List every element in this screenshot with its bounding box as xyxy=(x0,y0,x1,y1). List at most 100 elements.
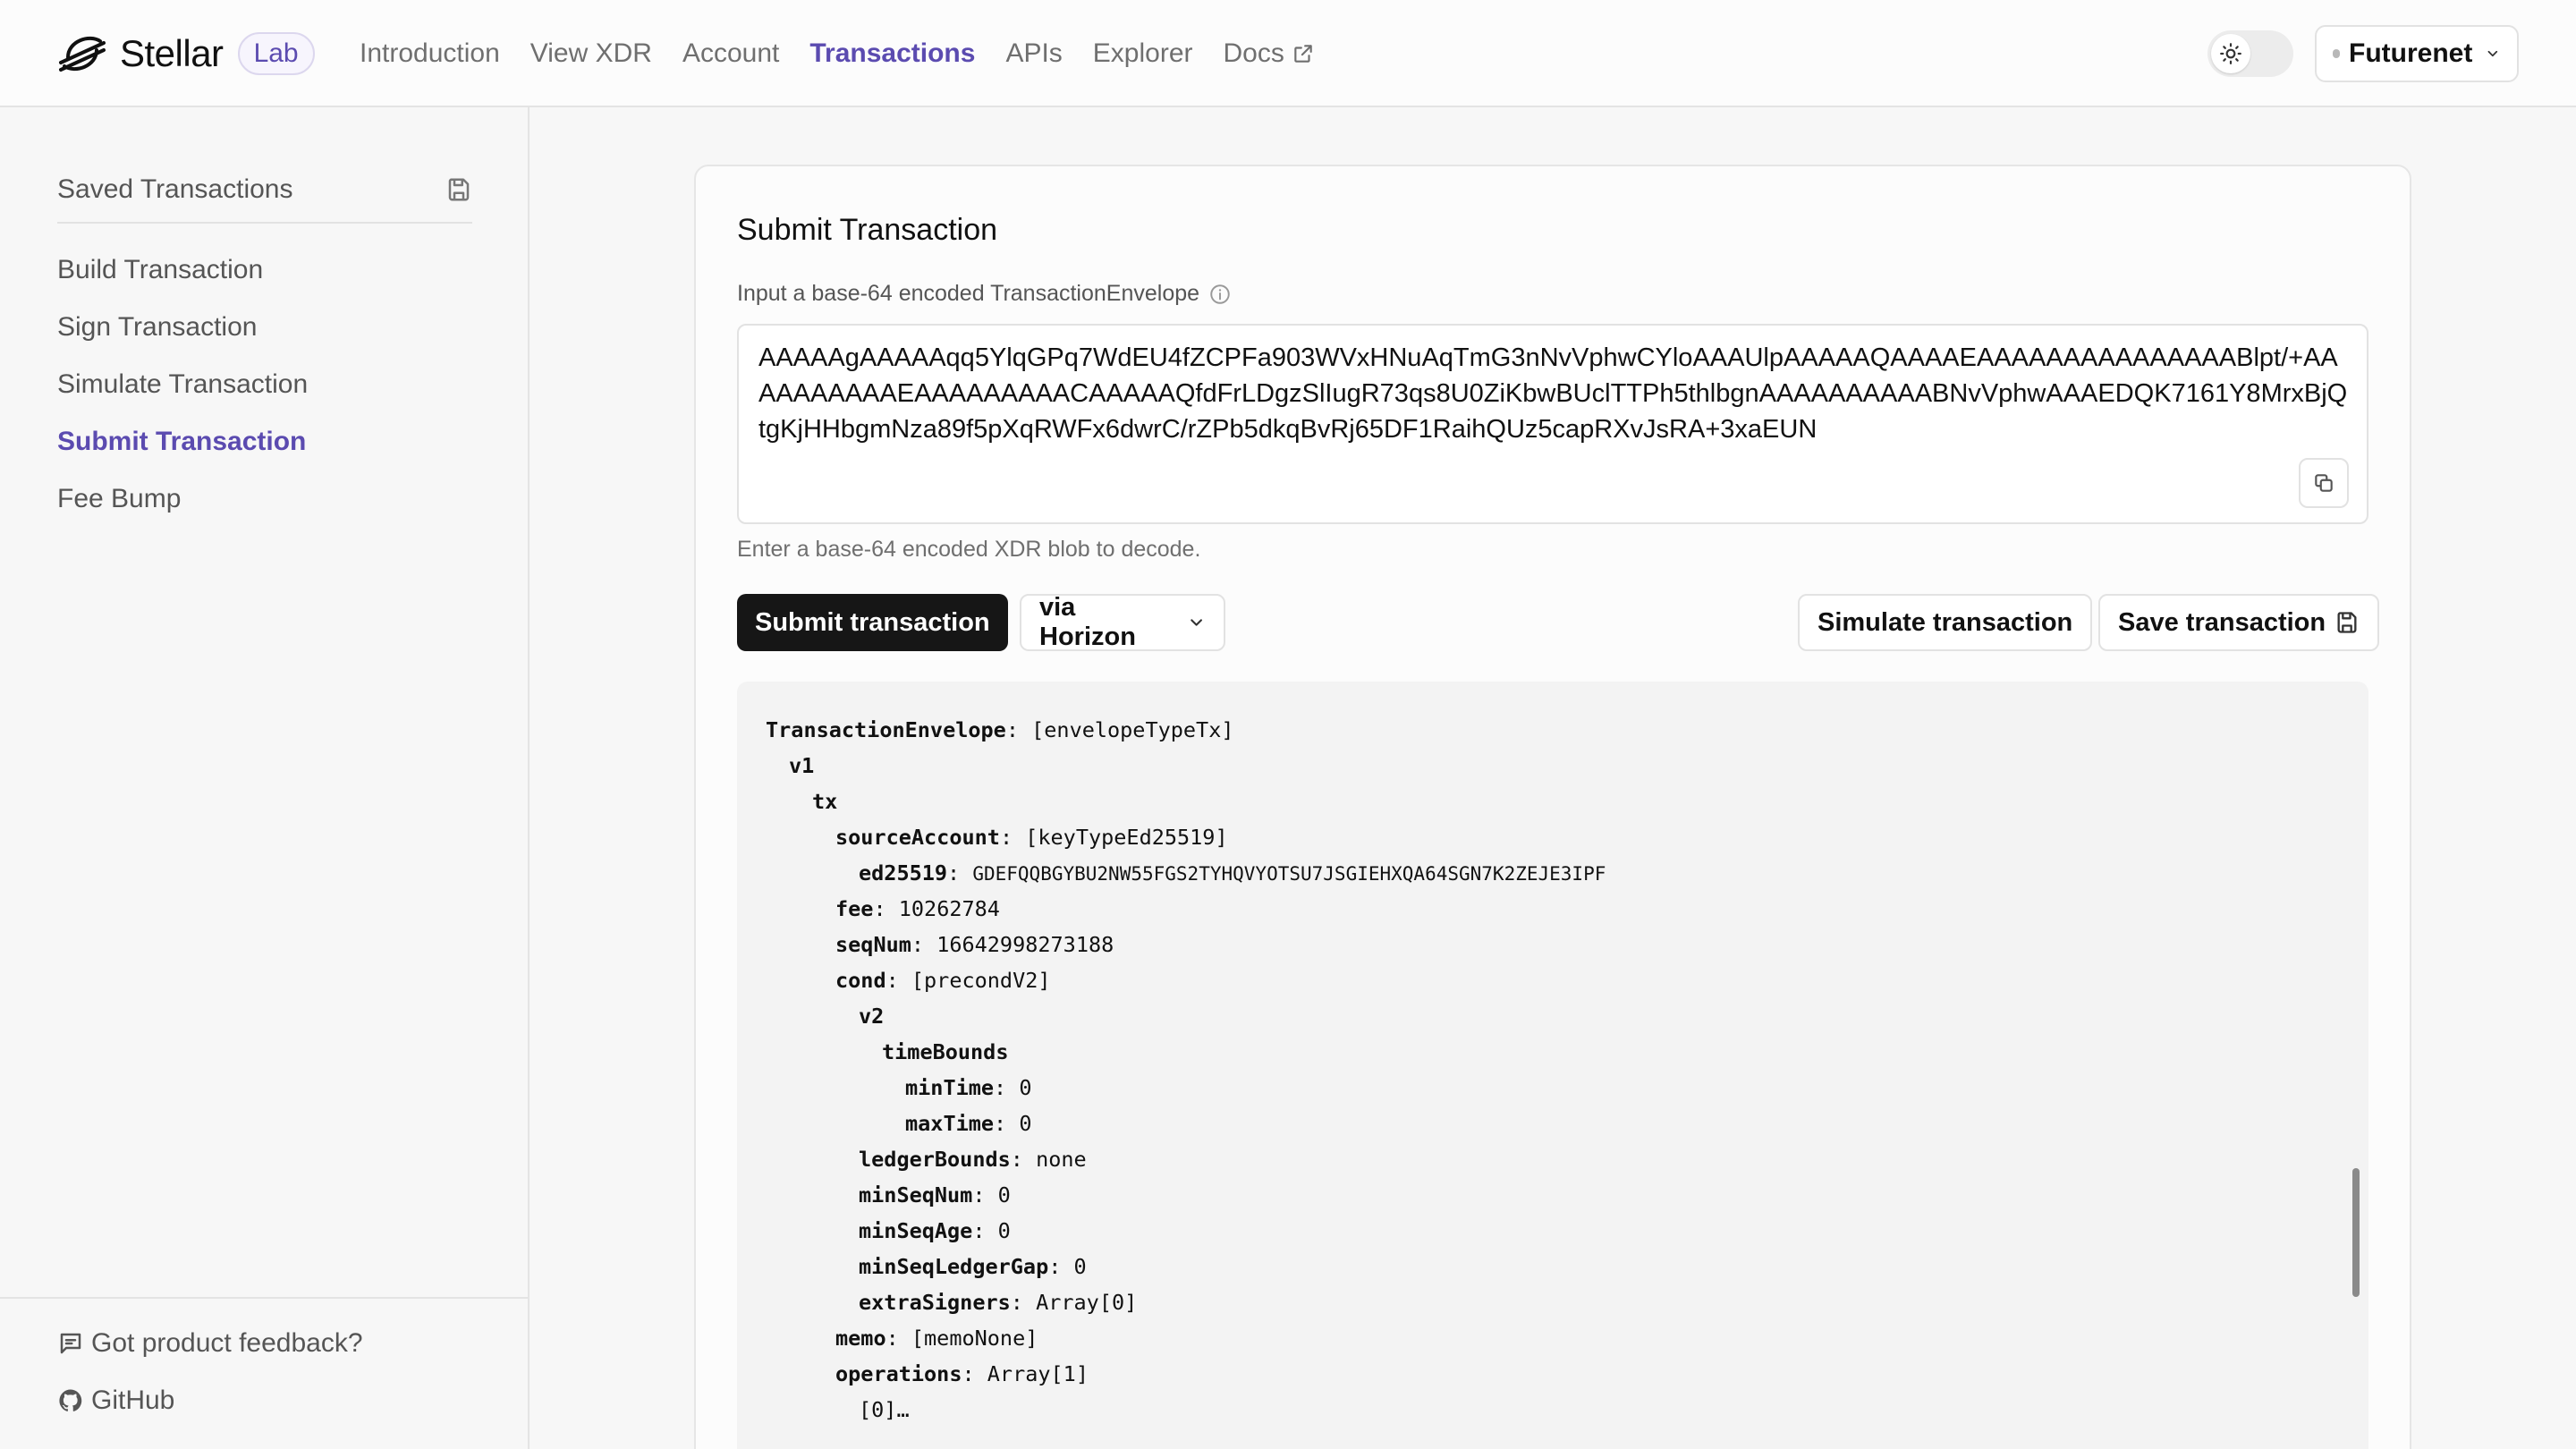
sidebar-item-fee-bump[interactable]: Fee Bump xyxy=(57,470,308,528)
submit-transaction-button[interactable]: Submit transaction xyxy=(737,594,1008,651)
tree-node-separator: : xyxy=(962,1361,987,1386)
nav-docs-label: Docs xyxy=(1223,38,1284,68)
main-nav: Introduction View XDR Account Transactio… xyxy=(360,32,1345,75)
network-label: Futurenet xyxy=(2349,38,2473,68)
tree-node-value: 0 xyxy=(997,1218,1011,1243)
tree-node-value: 0 xyxy=(1019,1111,1032,1136)
sidebar-item-simulate-transaction[interactable]: Simulate Transaction xyxy=(57,356,308,413)
nav-explorer[interactable]: Explorer xyxy=(1093,38,1193,69)
xdr-textarea[interactable]: AAAAAgAAAAAqq5YlqGPq7WdEU4fZCPFa903WVxHN… xyxy=(737,324,2368,524)
network-selector[interactable]: Futurenet xyxy=(2315,25,2519,82)
submit-transaction-card: Submit Transaction Input a base-64 encod… xyxy=(694,165,2411,1449)
tree-node-value: none xyxy=(1036,1147,1087,1172)
sidebar-nav: Build Transaction Sign Transaction Simul… xyxy=(57,242,308,528)
tree-node[interactable]: extraSigners: Array[0] xyxy=(766,1284,1606,1320)
tree-node-key: minSeqAge xyxy=(859,1218,973,1243)
nav-transactions[interactable]: Transactions xyxy=(809,38,975,69)
tree-node[interactable]: v1 xyxy=(766,748,1606,784)
info-icon[interactable] xyxy=(1208,283,1232,306)
tree-node[interactable]: maxTime: 0 xyxy=(766,1106,1606,1141)
tree-node[interactable]: operations: Array[1] xyxy=(766,1356,1606,1392)
simulate-transaction-button[interactable]: Simulate transaction xyxy=(1798,594,2093,651)
feedback-label: Got product feedback? xyxy=(91,1328,363,1358)
xdr-textarea-value: AAAAAgAAAAAqq5YlqGPq7WdEU4fZCPFa903WVxHN… xyxy=(758,343,2348,444)
saved-transactions-link[interactable]: Saved Transactions xyxy=(57,165,472,215)
tree-node[interactable]: sourceAccount: [keyTypeEd25519] xyxy=(766,819,1606,855)
tree-node-key: TransactionEnvelope xyxy=(766,717,1006,742)
tree-node-key: operations xyxy=(835,1361,962,1386)
tree-node-value: 10262784 xyxy=(898,896,1000,921)
save-icon xyxy=(448,178,470,201)
nav-view-xdr[interactable]: View XDR xyxy=(530,38,652,69)
tree-node[interactable]: minSeqAge: 0 xyxy=(766,1213,1606,1249)
github-link[interactable]: GitHub xyxy=(57,1372,363,1429)
tree-node-separator: : xyxy=(873,896,899,921)
tree-node-key: maxTime xyxy=(905,1111,995,1136)
tree-node-separator: : xyxy=(1048,1254,1074,1279)
decoded-xdr-tree: TransactionEnvelope: [envelopeTypeTx] v1 t… xyxy=(737,682,2368,1449)
chevron-down-icon xyxy=(2487,50,2498,57)
sidebar-item-sign-transaction[interactable]: Sign Transaction xyxy=(57,299,308,356)
tree-node-key: sourceAccount xyxy=(835,825,1000,850)
tree-node-key: v1 xyxy=(789,753,815,778)
tree-node[interactable]: [0]… xyxy=(766,1392,1606,1428)
tree-node-key: minTime xyxy=(905,1075,995,1100)
external-link-icon xyxy=(1294,45,1312,63)
tree-node[interactable]: minSeqLedgerGap: 0 xyxy=(766,1249,1606,1284)
tree-node-key: cond xyxy=(835,968,886,993)
github-label: GitHub xyxy=(91,1385,175,1415)
nav-account[interactable]: Account xyxy=(682,38,779,69)
scrollbar-thumb[interactable] xyxy=(2352,1168,2360,1297)
tree-node-key: extraSigners xyxy=(859,1290,1011,1315)
feedback-icon xyxy=(60,1333,81,1354)
tree-node-separator: : xyxy=(886,1326,911,1351)
brand-name: Stellar xyxy=(120,32,224,74)
tree-node-key: seqNum xyxy=(835,932,911,957)
sidebar-item-submit-transaction[interactable]: Submit Transaction xyxy=(57,413,308,470)
save-transaction-label: Save transaction xyxy=(2118,607,2326,637)
xdr-input-label: Input a base-64 encoded TransactionEnvel… xyxy=(737,281,1232,307)
tree-node[interactable]: tx xyxy=(766,784,1606,819)
tree-node[interactable]: TransactionEnvelope: [envelopeTypeTx] xyxy=(766,712,1606,748)
submit-method-dropdown[interactable]: via Horizon xyxy=(1020,593,1225,651)
tree-node[interactable]: seqNum: 16642998273188 xyxy=(766,927,1606,962)
nav-introduction[interactable]: Introduction xyxy=(360,38,500,69)
tree-node-separator: : xyxy=(972,1182,998,1208)
tree-node[interactable]: v2 xyxy=(766,998,1606,1034)
theme-toggle[interactable] xyxy=(2207,30,2293,77)
nav-docs[interactable]: Docs xyxy=(1224,38,1315,69)
tree-node-separator: : xyxy=(1010,1147,1037,1172)
tree-node-key: timeBounds xyxy=(882,1039,1009,1064)
tree-node-value: Array[1] xyxy=(987,1361,1089,1386)
tree-node[interactable]: minSeqNum: 0 xyxy=(766,1177,1606,1213)
tree-node[interactable]: ed25519: GDEFQQBGYBU2NW55FGS2TYHQVYOTSU7… xyxy=(766,855,1606,891)
sidebar-footer: Got product feedback? GitHub xyxy=(57,1315,363,1429)
tree-node[interactable]: ledgerBounds: none xyxy=(766,1141,1606,1177)
tree-node[interactable]: memo: [memoNone] xyxy=(766,1320,1606,1356)
tree-node-value: GDEFQQBGYBU2NW55FGS2TYHQVYOTSU7JSGIEHXQA… xyxy=(972,863,1606,885)
tree-node-separator: : xyxy=(911,932,937,957)
stellar-logo[interactable]: Stellar Lab xyxy=(55,27,315,80)
sidebar-item-build-transaction[interactable]: Build Transaction xyxy=(57,242,308,299)
tree-node-separator: : xyxy=(999,825,1026,850)
copy-icon xyxy=(2315,474,2333,492)
tree-node[interactable]: fee: 10262784 xyxy=(766,891,1606,927)
tree-node-value: [precondV2] xyxy=(911,968,1051,993)
save-icon xyxy=(2337,612,2357,633)
tree-node[interactable]: minTime: 0 xyxy=(766,1070,1606,1106)
tree-node-key: memo xyxy=(835,1326,886,1351)
tree-node-separator: : xyxy=(994,1111,1020,1136)
copy-button[interactable] xyxy=(2299,458,2349,508)
nav-apis[interactable]: APIs xyxy=(1005,38,1062,69)
submit-method-label: via Horizon xyxy=(1039,593,1136,651)
tree-node[interactable]: cond: [precondV2] xyxy=(766,962,1606,998)
top-header: Stellar Lab Introduction View XDR Accoun… xyxy=(0,0,2576,107)
sidebar-footer-divider xyxy=(0,1297,528,1299)
save-transaction-button[interactable]: Save transaction xyxy=(2098,594,2380,651)
sidebar-divider xyxy=(57,222,472,224)
tree-node-key: ed25519 xyxy=(859,860,948,886)
tree-node[interactable]: timeBounds xyxy=(766,1034,1606,1070)
feedback-link[interactable]: Got product feedback? xyxy=(57,1315,363,1372)
xdr-helper-text: Enter a base-64 encoded XDR blob to deco… xyxy=(737,537,1201,562)
tree-node-separator: : xyxy=(1005,717,1032,742)
